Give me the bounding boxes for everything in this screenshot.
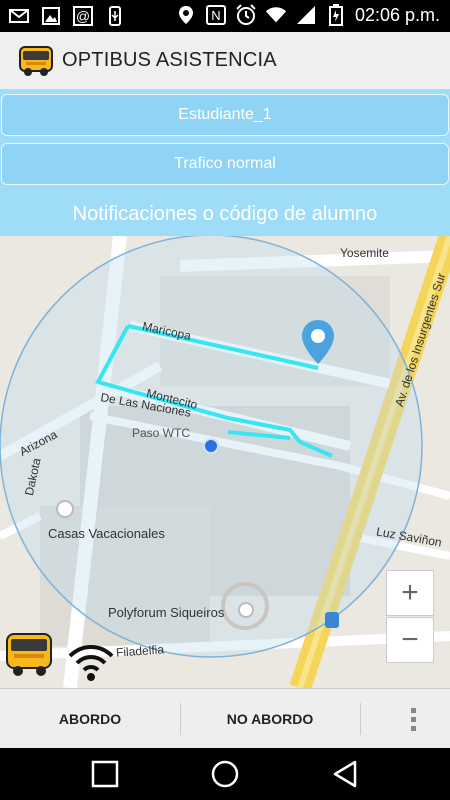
bus-stop-icon	[325, 612, 339, 628]
wifi-icon	[265, 4, 287, 26]
poi-marker-icon	[56, 500, 74, 518]
current-location-dot	[203, 438, 219, 454]
place-label-polyforum: Polyforum Siqueiros	[108, 605, 225, 620]
nfc-icon: N	[205, 4, 227, 26]
image-icon	[40, 5, 62, 27]
map-canvas	[0, 236, 450, 688]
overflow-dot	[410, 707, 416, 713]
wifi-signal-icon	[68, 645, 114, 681]
action-bar: OPTIBUS ASISTENCIA	[0, 32, 450, 90]
bus-logo-icon	[6, 633, 52, 676]
no-abordo-button[interactable]: NO ABORDO	[180, 689, 360, 749]
overflow-dot	[410, 725, 416, 731]
bottom-action-bar: ABORDO NO ABORDO	[0, 688, 450, 748]
navigation-bar	[0, 748, 450, 800]
status-bar: @ N 02:06 p.m.	[0, 0, 450, 32]
svg-text:@: @	[76, 8, 90, 24]
battery-icon	[325, 4, 347, 26]
location-pin-icon[interactable]	[300, 318, 336, 366]
zoom-out-button[interactable]: −	[386, 617, 434, 663]
zoom-in-button[interactable]: +	[386, 570, 434, 616]
location-icon	[175, 4, 197, 26]
divider	[360, 703, 361, 735]
status-time: 02:06 p.m.	[354, 4, 440, 25]
info-panel: Estudiante_1 Trafico normal Notificacion…	[0, 90, 450, 236]
student-button[interactable]: Estudiante_1	[1, 94, 449, 136]
signal-icon	[295, 4, 317, 26]
map-view[interactable]: Yosemite Av. de los Insurgentes Sur Mari…	[0, 236, 450, 688]
at-icon: @	[72, 5, 94, 27]
bus-icon	[19, 45, 53, 76]
recents-icon[interactable]	[89, 758, 121, 790]
home-icon[interactable]	[209, 758, 241, 790]
app-title: OPTIBUS ASISTENCIA	[62, 49, 277, 71]
museum-icon	[238, 602, 254, 618]
notifications-label[interactable]: Notificaciones o código de alumno	[0, 194, 450, 234]
overflow-menu-icon[interactable]	[398, 689, 428, 749]
street-label-yosemite: Yosemite	[340, 246, 389, 260]
alarm-icon	[235, 4, 257, 26]
svg-text:N: N	[211, 8, 220, 23]
place-label-casas: Casas Vacacionales	[48, 526, 165, 541]
overflow-dot	[410, 716, 416, 722]
abordo-button[interactable]: ABORDO	[0, 689, 180, 749]
street-label-paso-wtc: Paso WTC	[132, 426, 191, 440]
back-icon[interactable]	[329, 758, 361, 790]
traffic-status-button[interactable]: Trafico normal	[1, 143, 449, 185]
mail-icon	[8, 5, 30, 27]
usb-icon	[104, 5, 126, 27]
